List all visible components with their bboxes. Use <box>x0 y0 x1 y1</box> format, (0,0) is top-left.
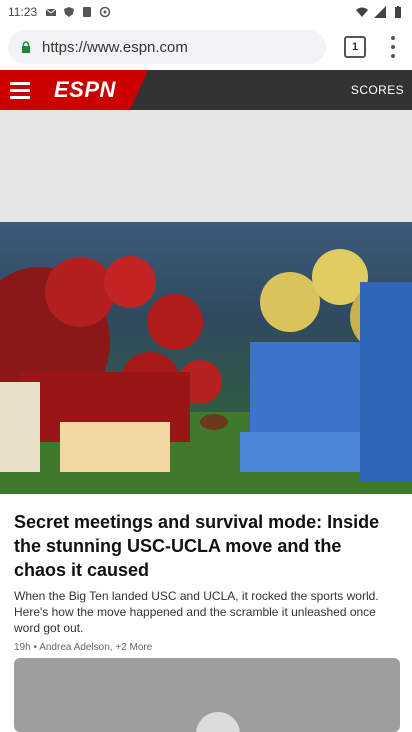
espn-header: ESPN SCORES <box>0 70 412 110</box>
story-description: When the Big Ten landed USC and UCLA, it… <box>14 589 379 635</box>
url-text: https://www.espn.com <box>42 38 188 56</box>
wifi-icon <box>356 7 368 17</box>
more-options-menu-icon[interactable] <box>384 36 402 58</box>
status-bar: 11:23 <box>0 0 412 24</box>
browser-toolbar: https://www.espn.com 1 <box>0 24 412 70</box>
next-story-card[interactable] <box>14 658 400 732</box>
shield-notification-icon <box>64 7 75 17</box>
play-button-icon[interactable] <box>196 712 240 732</box>
storage-notification-icon <box>83 7 92 17</box>
ad-placeholder <box>0 110 412 222</box>
sync-notification-icon <box>99 6 111 18</box>
mail-notification-icon <box>45 8 57 16</box>
battery-icon <box>395 6 401 18</box>
story-byline: 19h • Andrea Adelson, +2 More <box>14 642 153 653</box>
address-bar[interactable]: https://www.espn.com <box>8 30 326 64</box>
status-time: 11:23 <box>8 5 38 19</box>
notification-icons <box>45 6 111 18</box>
story-card[interactable]: Secret meetings and survival mode: Insid… <box>0 498 412 658</box>
football-lineup-image <box>0 222 412 498</box>
lock-icon <box>22 41 30 53</box>
espn-logo-text: ESPN <box>54 77 116 102</box>
signal-icon <box>374 6 386 18</box>
system-icons <box>356 6 404 18</box>
scores-link[interactable]: SCORES <box>351 83 404 97</box>
next-story-container <box>0 658 412 732</box>
espn-logo[interactable]: ESPN <box>40 70 148 110</box>
story-hero-image[interactable] <box>0 222 412 498</box>
tab-switcher-button[interactable]: 1 <box>344 36 366 58</box>
tab-count: 1 <box>351 41 359 53</box>
hamburger-menu-icon[interactable] <box>0 70 40 110</box>
story-headline[interactable]: Secret meetings and survival mode: Insid… <box>14 510 398 582</box>
